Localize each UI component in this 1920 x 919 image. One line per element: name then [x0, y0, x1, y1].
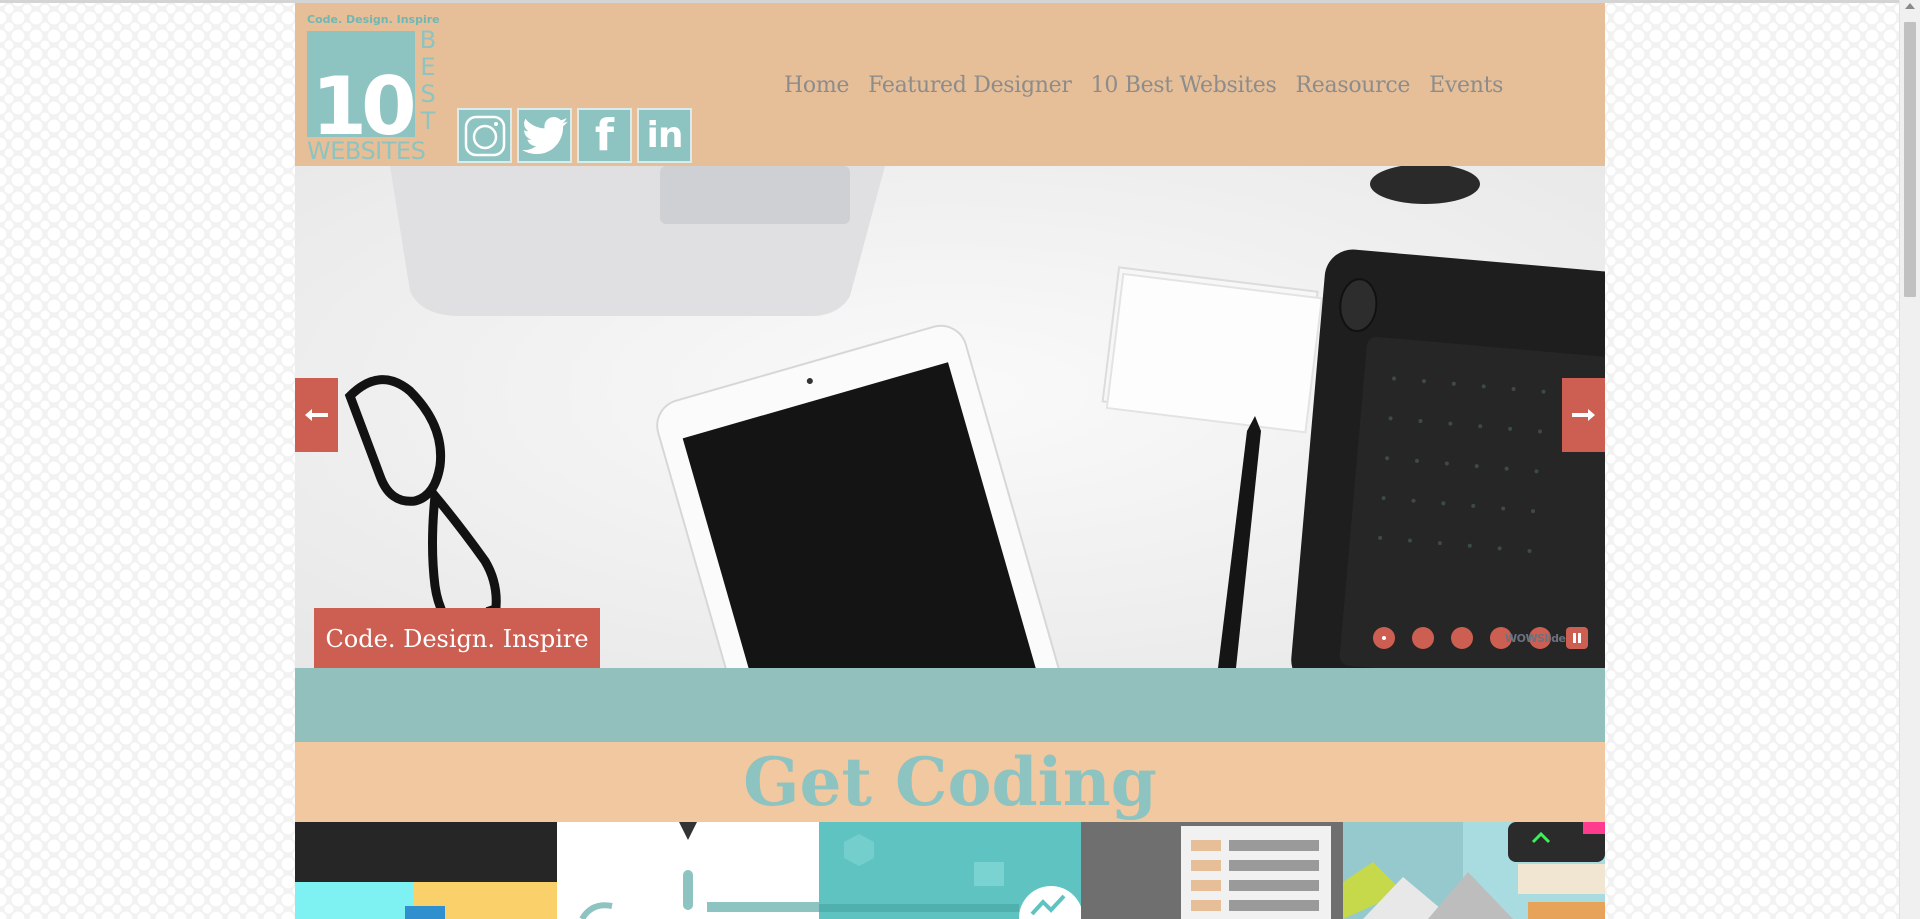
slider-badge: WOWSlider — [1505, 632, 1571, 645]
tile-4-image — [1081, 822, 1343, 919]
slider-prev-button[interactable] — [295, 378, 338, 452]
logo-tagline: Code. Design. Inspire — [307, 13, 440, 26]
site-logo[interactable]: Code. Design. Inspire 10 BEST WEBSITES — [307, 9, 440, 165]
facebook-icon[interactable]: f — [577, 108, 632, 163]
nav-item-10-best-websites[interactable]: 10 Best Websites — [1091, 73, 1277, 98]
twitter-icon[interactable] — [517, 108, 572, 163]
tile-5[interactable] — [1343, 822, 1605, 919]
scrollbar-thumb[interactable] — [1904, 22, 1916, 297]
hero-image — [295, 166, 1605, 668]
twitter-glyph — [521, 116, 568, 154]
tile-2[interactable] — [557, 822, 819, 919]
arrow-right-icon — [1572, 409, 1595, 421]
nav-item-featured-designer[interactable]: Featured Designer — [868, 73, 1072, 98]
business-cards — [1101, 266, 1323, 434]
drawing-tablet — [1291, 249, 1605, 668]
tile-1[interactable] — [295, 822, 557, 919]
logo-number-box: 10 — [307, 31, 417, 153]
logo-best-text: BEST — [419, 26, 437, 135]
teal-divider-band — [295, 668, 1605, 742]
tile-1-image — [295, 822, 557, 919]
nav-item-events[interactable]: Events — [1429, 73, 1503, 98]
tile-3-image — [819, 822, 1081, 919]
page-scrollbar[interactable] — [1899, 0, 1920, 919]
pause-icon[interactable] — [1566, 627, 1588, 649]
site-header: Code. Design. Inspire 10 BEST WEBSITES f — [295, 3, 1605, 166]
main-nav: Home Featured Designer 10 Best Websites … — [784, 73, 1503, 98]
tile-2-image — [557, 822, 819, 919]
section-title-band: Get Coding — [295, 742, 1605, 822]
tile-3[interactable] — [819, 822, 1081, 919]
laptop-trackpad — [660, 166, 850, 224]
logo-websites-text: WEBSITES — [307, 137, 426, 165]
nav-item-reasource[interactable]: Reasource — [1296, 73, 1411, 98]
page-container: Code. Design. Inspire 10 BEST WEBSITES f — [295, 3, 1605, 919]
slider-dot-2[interactable] — [1412, 627, 1434, 649]
section-title: Get Coding — [743, 743, 1157, 821]
slide-caption: Code. Design. Inspire — [314, 608, 600, 668]
instagram-icon[interactable] — [457, 108, 512, 163]
linkedin-icon[interactable]: in — [637, 108, 692, 163]
tile-4[interactable] — [1081, 822, 1343, 919]
slider-dot-3[interactable] — [1451, 627, 1473, 649]
arrow-left-icon — [305, 409, 328, 421]
hero-slider: Code. Design. Inspire WOWSlider — [295, 166, 1605, 668]
coding-tiles — [295, 822, 1605, 919]
instagram-glyph — [464, 115, 505, 156]
nav-item-home[interactable]: Home — [784, 73, 849, 98]
scroll-up-arrow-icon[interactable] — [1905, 3, 1915, 9]
tile-5-image — [1343, 822, 1605, 919]
slider-dot-1[interactable] — [1373, 627, 1395, 649]
slider-next-button[interactable] — [1562, 378, 1605, 452]
social-links: f in — [457, 108, 692, 163]
